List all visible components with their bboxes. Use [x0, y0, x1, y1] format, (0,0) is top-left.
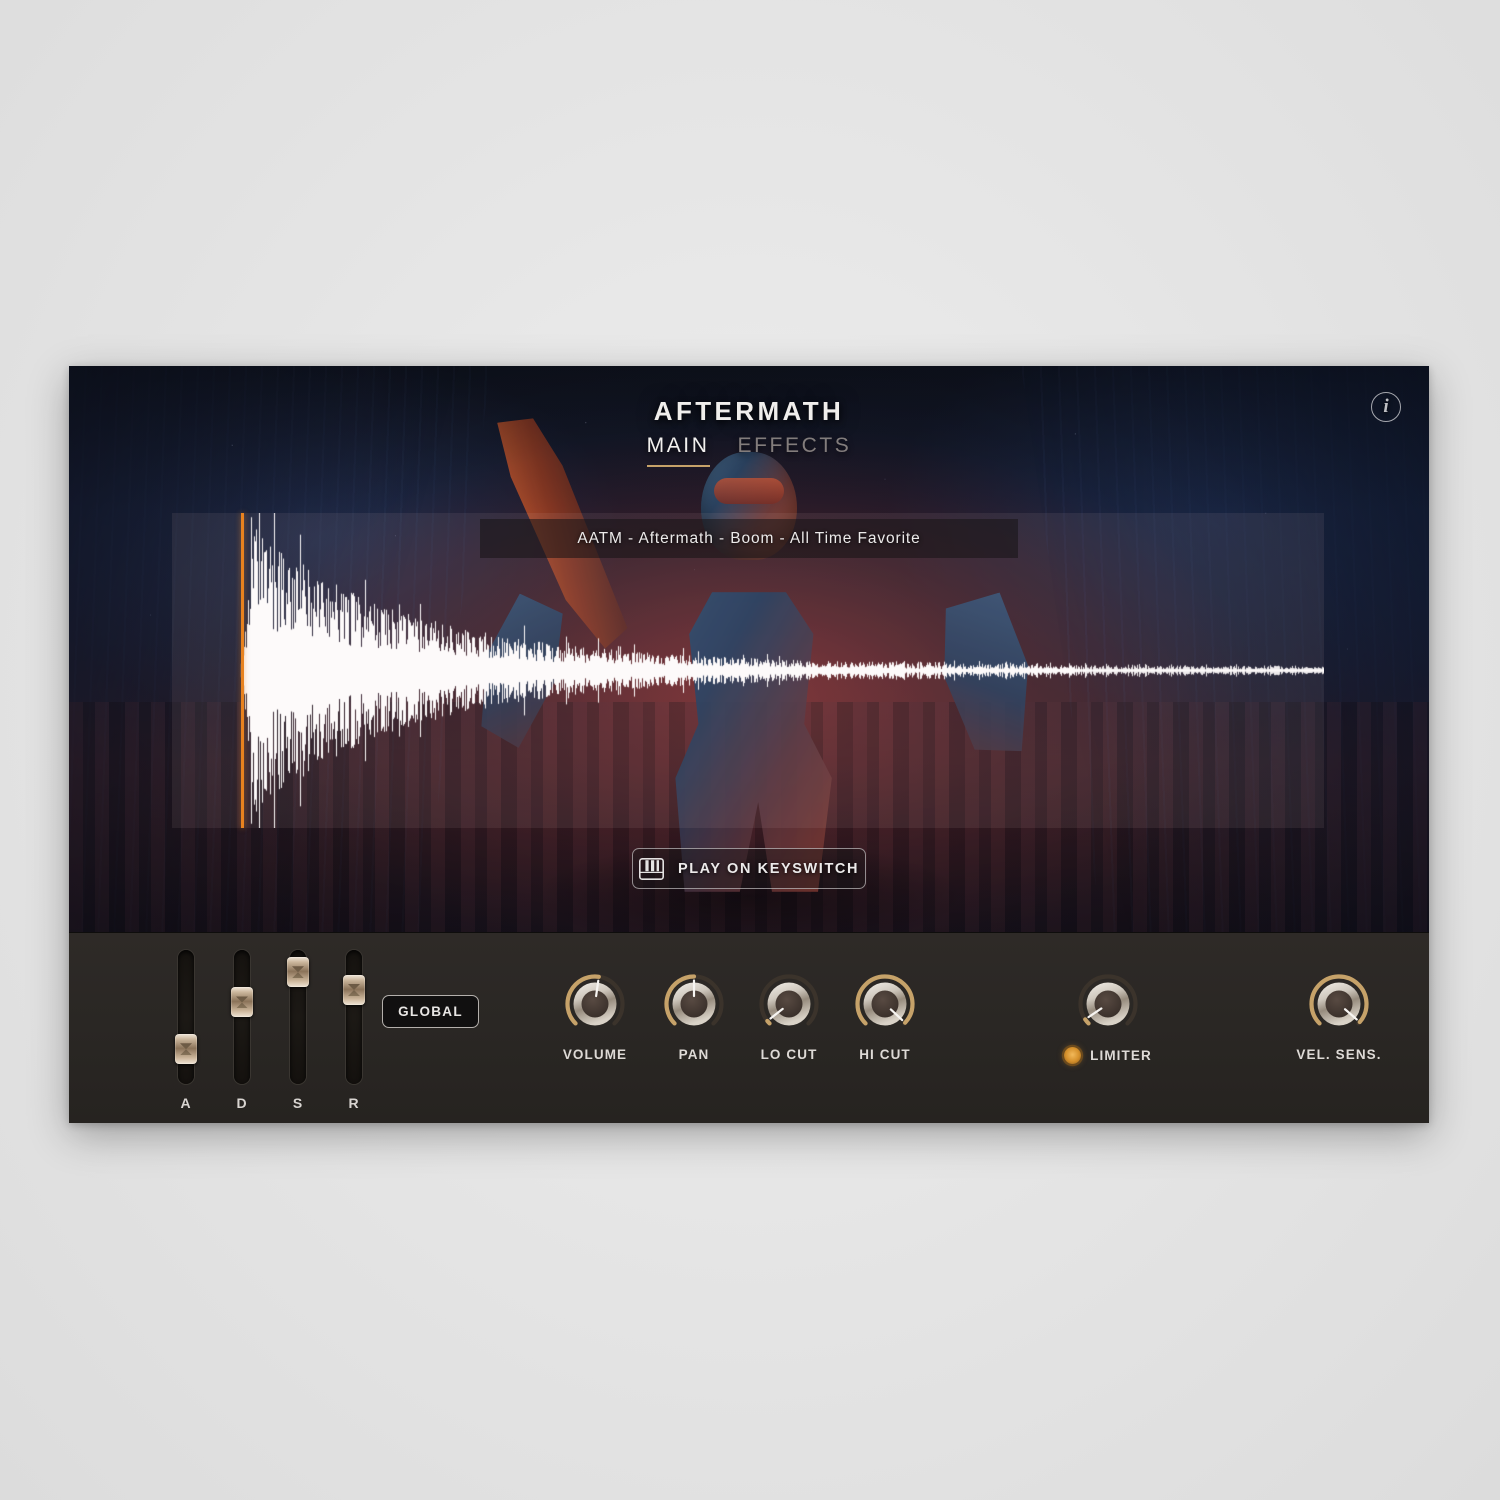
tab-effects[interactable]: EFFECTS: [738, 434, 852, 467]
lo-cut-knob-dial[interactable]: [758, 973, 820, 1035]
knob-hi-cut[interactable]: HI CUT: [830, 973, 940, 1062]
release-slider-label: R: [348, 1095, 360, 1111]
lo-cut-knob-label: LO CUT: [760, 1047, 818, 1062]
hi-cut-knob-dial[interactable]: [854, 973, 916, 1035]
adsr-slider-release[interactable]: R: [341, 950, 367, 1111]
waveform-canvas[interactable]: [172, 513, 1324, 828]
release-slider-track[interactable]: [343, 950, 365, 1084]
play-on-keyswitch-label: PLAY ON KEYSWITCH: [677, 860, 860, 877]
adsr-slider-group: A D S R: [173, 950, 367, 1111]
tab-bar: MAIN EFFECTS: [69, 434, 1429, 467]
volume-knob-label: VOLUME: [562, 1047, 628, 1062]
global-button-label: GLOBAL: [398, 1004, 463, 1019]
play-on-keyswitch-button[interactable]: PLAY ON KEYSWITCH: [632, 848, 866, 889]
waveform-display[interactable]: [172, 513, 1324, 828]
limiter-led-icon[interactable]: [1064, 1047, 1082, 1064]
piano-keys-icon: [638, 857, 664, 880]
waveform-playhead[interactable]: [241, 513, 245, 828]
vel-sens-knob-dial[interactable]: [1308, 973, 1370, 1035]
pan-knob-label: PAN: [678, 1047, 710, 1062]
knob-pan[interactable]: PAN: [639, 973, 749, 1062]
knob-volume[interactable]: VOLUME: [540, 973, 650, 1062]
info-icon[interactable]: i: [1371, 392, 1401, 422]
limiter-knob-label: LIMITER: [1090, 1048, 1152, 1063]
decay-slider-label: D: [236, 1095, 248, 1111]
knob-lo-cut[interactable]: LO CUT: [734, 973, 844, 1062]
decay-slider-track[interactable]: [231, 950, 253, 1084]
sustain-slider-handle[interactable]: [287, 957, 309, 988]
attack-slider-label: A: [180, 1095, 192, 1111]
preset-name-label: AATM - Aftermath - Boom - All Time Favor…: [577, 529, 921, 547]
soldier-visor: [714, 478, 784, 504]
page-title: AFTERMATH: [653, 396, 845, 426]
pan-knob-dial[interactable]: [663, 973, 725, 1035]
adsr-slider-decay[interactable]: D: [229, 950, 255, 1111]
sustain-slider-label: S: [292, 1095, 304, 1111]
control-panel: A D S R GLOBAL VOLUME PAN LO CUT HI CUT …: [69, 932, 1429, 1123]
plugin-window: AFTERMATH MAIN EFFECTS i AATM - Aftermat…: [69, 366, 1429, 1123]
sustain-slider-track[interactable]: [287, 950, 309, 1084]
adsr-slider-attack[interactable]: A: [173, 950, 199, 1111]
limiter-label-row: LIMITER: [1053, 1047, 1163, 1064]
limiter-knob-dial[interactable]: [1077, 973, 1139, 1035]
hi-cut-knob-label: HI CUT: [859, 1047, 911, 1062]
adsr-slider-sustain[interactable]: S: [285, 950, 311, 1111]
hero-artwork-area: AFTERMATH MAIN EFFECTS i AATM - Aftermat…: [69, 366, 1429, 932]
tab-main[interactable]: MAIN: [646, 434, 710, 467]
decay-slider-handle[interactable]: [231, 987, 253, 1018]
knob-vel-sens[interactable]: VEL. SENS.: [1284, 973, 1394, 1062]
attack-slider-track[interactable]: [175, 950, 197, 1084]
preset-name-bar[interactable]: AATM - Aftermath - Boom - All Time Favor…: [480, 519, 1018, 558]
attack-slider-handle[interactable]: [175, 1034, 197, 1065]
global-button[interactable]: GLOBAL: [382, 995, 479, 1028]
release-slider-handle[interactable]: [343, 974, 365, 1005]
knob-limiter[interactable]: LIMITER: [1053, 973, 1163, 1064]
vel-sens-knob-label: VEL. SENS.: [1296, 1047, 1382, 1062]
volume-knob-dial[interactable]: [564, 973, 626, 1035]
